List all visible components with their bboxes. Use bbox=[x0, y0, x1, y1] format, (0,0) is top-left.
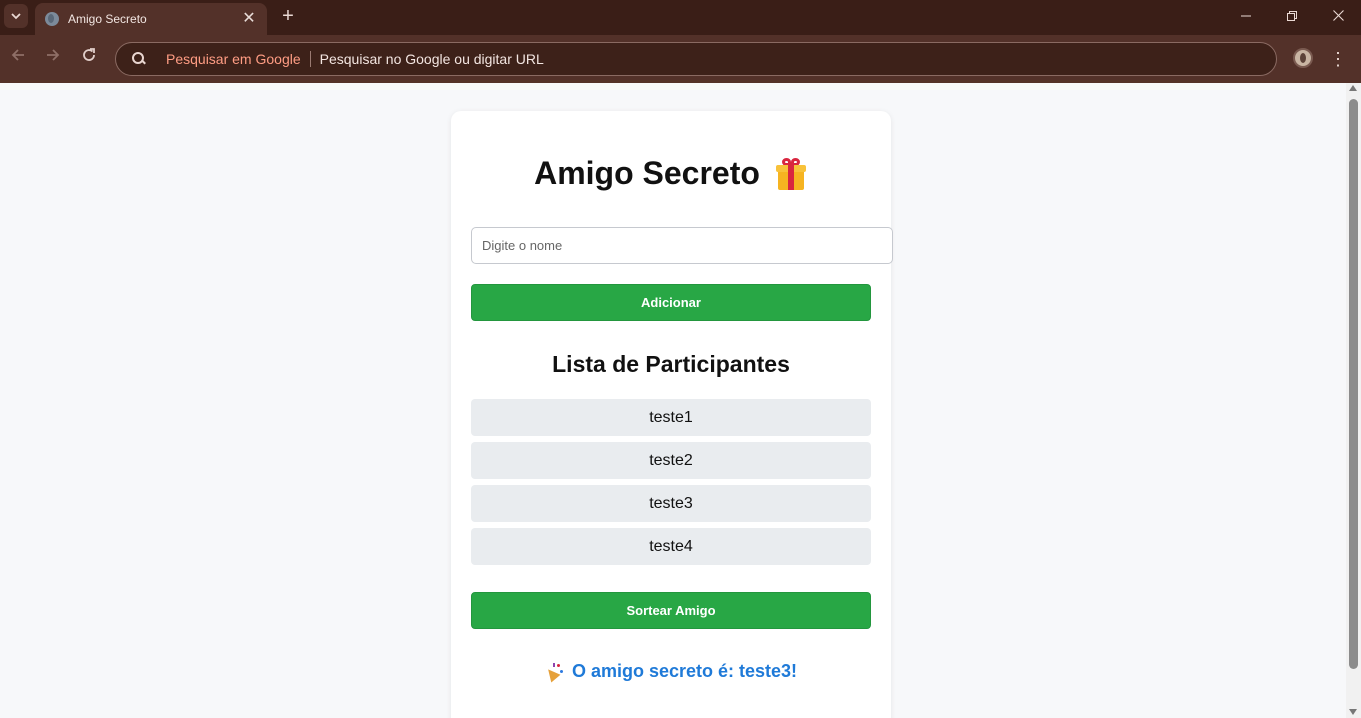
reload-icon bbox=[83, 48, 95, 61]
participant-item: teste1 bbox=[471, 399, 871, 436]
name-input[interactable] bbox=[471, 227, 893, 264]
close-tab-icon[interactable]: ✕ bbox=[241, 11, 257, 27]
search-engine-label: Pesquisar em Google bbox=[166, 51, 301, 67]
participants-list: teste1 teste2 teste3 teste4 bbox=[471, 399, 871, 571]
participants-heading: Lista de Participantes bbox=[552, 351, 790, 377]
arrow-left-icon bbox=[11, 49, 24, 61]
page-title-row: Amigo Secreto bbox=[0, 155, 1340, 192]
minimize-icon[interactable] bbox=[1228, 4, 1264, 28]
close-window-icon[interactable] bbox=[1320, 4, 1356, 28]
globe-icon bbox=[45, 12, 59, 26]
new-tab-button[interactable]: + bbox=[277, 5, 299, 27]
omnibox-divider bbox=[309, 51, 311, 67]
browser-tab-active[interactable]: Amigo Secreto ✕ bbox=[35, 3, 267, 35]
add-button[interactable]: Adicionar bbox=[471, 284, 871, 321]
address-bar[interactable]: Pesquisar em Google Pesquisar no Google … bbox=[115, 42, 1277, 76]
back-button[interactable] bbox=[6, 47, 30, 71]
party-popper-icon bbox=[543, 662, 563, 682]
draw-friend-button[interactable]: Sortear Amigo bbox=[471, 592, 871, 629]
result-row: O amigo secreto é: teste3! bbox=[451, 661, 891, 682]
tab-search-button[interactable] bbox=[4, 4, 28, 28]
search-icon bbox=[132, 52, 146, 66]
page-title: Amigo Secreto bbox=[534, 155, 760, 191]
scroll-down-arrow-icon[interactable] bbox=[1349, 709, 1357, 715]
scroll-up-arrow-icon[interactable] bbox=[1349, 85, 1357, 91]
restore-icon[interactable] bbox=[1274, 4, 1310, 28]
reload-button[interactable] bbox=[77, 47, 101, 71]
result-text: O amigo secreto é: teste3! bbox=[571, 661, 798, 681]
address-placeholder: Pesquisar no Google ou digitar URL bbox=[319, 51, 544, 67]
forward-button[interactable] bbox=[41, 47, 65, 71]
browser-tab-bar: Amigo Secreto ✕ + bbox=[0, 0, 1361, 35]
gift-icon bbox=[775, 157, 806, 190]
profile-avatar[interactable] bbox=[1293, 48, 1313, 68]
browser-toolbar: Pesquisar em Google Pesquisar no Google … bbox=[0, 35, 1361, 83]
vertical-scrollbar[interactable] bbox=[1346, 83, 1361, 718]
scroll-thumb[interactable] bbox=[1349, 99, 1358, 669]
arrow-right-icon bbox=[47, 49, 60, 61]
tab-title: Amigo Secreto bbox=[68, 12, 147, 26]
more-menu-icon[interactable]: ⋮ bbox=[1328, 47, 1348, 71]
participant-item: teste2 bbox=[471, 442, 871, 479]
chevron-down-icon bbox=[11, 13, 21, 20]
participant-item: teste4 bbox=[471, 528, 871, 565]
participant-item: teste3 bbox=[471, 485, 871, 522]
